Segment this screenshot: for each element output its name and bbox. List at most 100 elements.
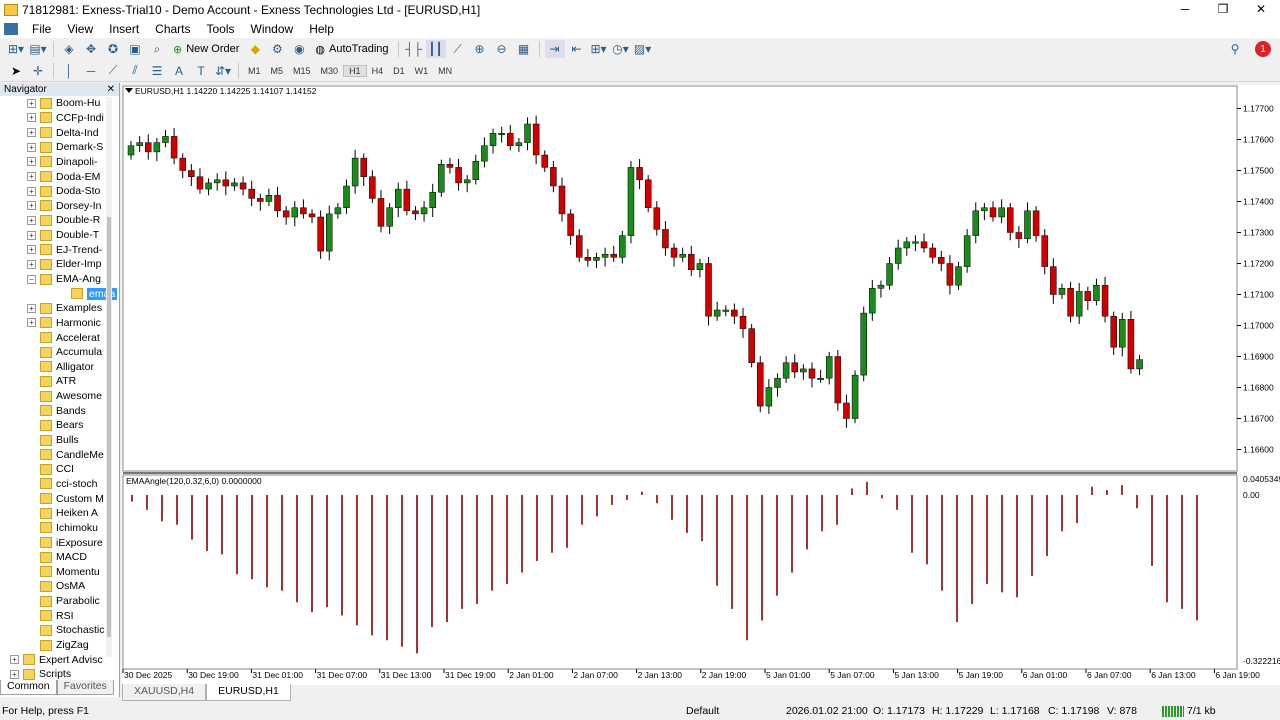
metaeditor-icon[interactable]: ◆: [245, 40, 265, 58]
new-chart-icon[interactable]: ⊞▾: [6, 40, 26, 58]
indicators-icon[interactable]: ⊞▾: [589, 40, 609, 58]
navigator-item[interactable]: CCI: [0, 462, 119, 477]
autotrading-button[interactable]: ◍ AutoTrading: [311, 40, 392, 58]
price-chart[interactable]: EURUSD,H1 1.14220 1.14225 1.14107 1.1415…: [122, 85, 1280, 685]
maximize-button[interactable]: ❐: [1204, 0, 1242, 20]
expand-icon[interactable]: +: [27, 186, 36, 196]
timeframe-m1[interactable]: M1: [243, 66, 266, 76]
timeframe-w1[interactable]: W1: [410, 66, 434, 76]
search-icon[interactable]: ⚲: [1225, 40, 1245, 58]
menu-insert[interactable]: Insert: [101, 22, 147, 36]
navigator-item[interactable]: OsMA: [0, 579, 119, 594]
navigator-item[interactable]: Accumula: [0, 345, 119, 360]
navigator-item[interactable]: Bands: [0, 403, 119, 418]
close-button[interactable]: ✕: [1242, 0, 1280, 20]
templates-icon[interactable]: ▨▾: [633, 40, 653, 58]
expand-icon[interactable]: +: [27, 303, 36, 313]
timeframe-m5[interactable]: M5: [266, 66, 289, 76]
navigator-item[interactable]: + Doda-EM: [0, 169, 119, 184]
navigator-item[interactable]: Ichimoku: [0, 521, 119, 536]
expand-icon[interactable]: +: [27, 142, 36, 152]
minimize-button[interactable]: ─: [1166, 0, 1204, 20]
vps-icon[interactable]: ◉: [289, 40, 309, 58]
zoom-out-icon[interactable]: ⊖: [492, 40, 512, 58]
expand-icon[interactable]: +: [27, 230, 36, 240]
navigator-item[interactable]: Bears: [0, 418, 119, 433]
document-icon[interactable]: [4, 23, 18, 35]
label-icon[interactable]: T: [191, 62, 211, 80]
expand-icon[interactable]: +: [27, 128, 36, 138]
navigator-item[interactable]: iExposure: [0, 535, 119, 550]
expand-icon[interactable]: +: [27, 157, 36, 167]
navigator-item[interactable]: Parabolic: [0, 594, 119, 609]
navigator-item[interactable]: + Dinapoli-: [0, 155, 119, 170]
chart-menu-icon[interactable]: [125, 88, 133, 93]
navigator-item[interactable]: CandleMe: [0, 447, 119, 462]
tester-icon[interactable]: ⌕: [147, 40, 167, 58]
terminal-icon[interactable]: ▣: [125, 40, 145, 58]
navigator-item[interactable]: Awesome: [0, 389, 119, 404]
close-icon[interactable]: ✕: [107, 84, 115, 95]
navigator-item[interactable]: + Double-R: [0, 213, 119, 228]
navigator-item[interactable]: Custom M: [0, 491, 119, 506]
timeframe-m30[interactable]: M30: [316, 66, 344, 76]
navigator-item[interactable]: + Dorsey-In: [0, 198, 119, 213]
tab-favorites[interactable]: Favorites: [56, 680, 114, 695]
menu-tools[interactable]: Tools: [199, 22, 243, 36]
navigator-item[interactable]: Momentu: [0, 565, 119, 580]
expand-icon[interactable]: +: [27, 245, 36, 255]
arrows-icon[interactable]: ⇵▾: [213, 62, 233, 80]
navigator-icon[interactable]: ✪: [103, 40, 123, 58]
periods-icon[interactable]: ◷▾: [611, 40, 631, 58]
expand-icon[interactable]: +: [27, 172, 36, 182]
navigator-item[interactable]: + Double-T: [0, 228, 119, 243]
tab-eurusd-h1[interactable]: EURUSD,H1: [206, 684, 291, 701]
navigator-item[interactable]: Stochastic: [0, 623, 119, 638]
chart-shift-icon[interactable]: ⇤: [567, 40, 587, 58]
candlestick-icon[interactable]: ┃┃: [425, 40, 446, 58]
navigator-item[interactable]: Accelerat: [0, 330, 119, 345]
profiles-icon[interactable]: ▤▾: [28, 40, 48, 58]
data-window-icon[interactable]: ✥: [81, 40, 101, 58]
new-order-button[interactable]: ⊕ New Order: [169, 40, 243, 58]
expand-icon[interactable]: +: [27, 113, 36, 123]
tab-common[interactable]: Common: [0, 680, 57, 695]
zoom-in-icon[interactable]: ⊕: [470, 40, 490, 58]
expand-icon[interactable]: +: [10, 669, 19, 679]
navigator-item[interactable]: + EJ-Trend-: [0, 242, 119, 257]
collapse-icon[interactable]: −: [27, 274, 36, 284]
autoscroll-icon[interactable]: ⇥: [544, 40, 565, 58]
navigator-item[interactable]: cci-stoch: [0, 477, 119, 492]
navigator-item[interactable]: + Elder-Imp: [0, 257, 119, 272]
trendline-icon[interactable]: ⟋: [103, 62, 123, 80]
signals-icon[interactable]: ⚙: [267, 40, 287, 58]
menu-file[interactable]: File: [24, 22, 59, 36]
navigator-item[interactable]: Heiken A: [0, 506, 119, 521]
navigator-item[interactable]: + Expert Advisc: [0, 652, 119, 667]
navigator-scrollbar[interactable]: [106, 97, 112, 657]
expand-icon[interactable]: +: [27, 98, 36, 108]
navigator-item[interactable]: ATR: [0, 374, 119, 389]
navigator-item[interactable]: Alligator: [0, 360, 119, 375]
expand-icon[interactable]: +: [27, 259, 36, 269]
menu-view[interactable]: View: [59, 22, 101, 36]
navigator-item[interactable]: + Examples: [0, 301, 119, 316]
menu-charts[interactable]: Charts: [147, 22, 198, 36]
horizontal-line-icon[interactable]: ─: [81, 62, 101, 80]
chart-window[interactable]: EURUSD,H1 1.14220 1.14225 1.14107 1.1415…: [122, 85, 1280, 685]
tab-xauusd-h4[interactable]: XAUUSD,H4: [122, 684, 207, 701]
text-icon[interactable]: A: [169, 62, 189, 80]
navigator-item[interactable]: Bulls: [0, 433, 119, 448]
navigator-item[interactable]: emaa: [0, 286, 119, 301]
timeframe-h1[interactable]: H1: [343, 64, 367, 77]
alert-icon[interactable]: 1: [1255, 41, 1271, 57]
timeframe-mn[interactable]: MN: [433, 66, 457, 76]
channel-icon[interactable]: ⫽: [125, 62, 145, 80]
navigator-item[interactable]: + CCFp-Indi: [0, 111, 119, 126]
menu-help[interactable]: Help: [301, 22, 342, 36]
navigator-item[interactable]: + Delta-Ind: [0, 125, 119, 140]
expand-icon[interactable]: +: [27, 201, 36, 211]
vertical-line-icon[interactable]: │: [59, 62, 79, 80]
timeframe-d1[interactable]: D1: [388, 66, 410, 76]
tile-windows-icon[interactable]: ▦: [514, 40, 534, 58]
